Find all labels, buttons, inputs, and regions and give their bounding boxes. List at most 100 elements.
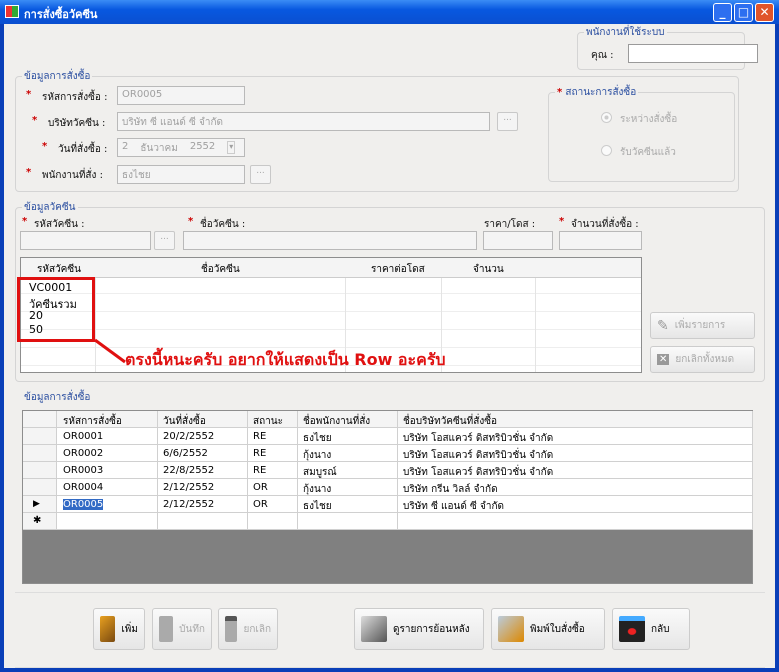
table-cell[interactable]: RE [253, 465, 266, 476]
column-divider [397, 496, 398, 513]
table-cell[interactable]: OR0001 [63, 431, 103, 442]
table-cell[interactable]: ธงไชย [303, 431, 332, 446]
chevron-down-icon[interactable]: ▾ [227, 141, 236, 154]
orders-grid[interactable]: รหัสการสั่งซื้อ วันที่สั่งซื้อ สถานะ ชื่อพน… [22, 410, 753, 584]
column-divider [297, 479, 298, 496]
column-header[interactable]: รหัสการสั่งซื้อ [63, 414, 122, 429]
column-divider [397, 513, 398, 530]
column-header[interactable]: วันที่สั่งซื้อ [163, 414, 206, 429]
vaccine-items-grid[interactable]: รหัสวัคซีน ชื่อวัคซีน ราคาต่อโดส จำนวน V… [17, 257, 642, 373]
required-star: * [42, 141, 48, 152]
minimize-button[interactable]: _ [713, 3, 732, 22]
table-cell[interactable]: OR [253, 499, 268, 510]
table-cell[interactable]: OR0003 [63, 465, 103, 476]
column-header[interactable]: สถานะ [253, 414, 283, 429]
table-cell[interactable]: 6/6/2552 [163, 448, 208, 459]
table-cell[interactable]: บริษัท กรีน วิลล์ จำกัด [403, 482, 498, 497]
order-id-input[interactable]: OR0005 [117, 86, 245, 105]
required-star: * [559, 216, 565, 227]
column-header[interactable]: ชื่อวัคซีน [201, 262, 240, 277]
table-cell[interactable]: RE [253, 431, 266, 442]
exit-icon [619, 616, 645, 642]
table-cell[interactable]: บริษัท ซี แอนด์ ซี จำกัด [403, 499, 504, 514]
table-cell[interactable]: กุ้งนาง [303, 448, 331, 463]
history-button[interactable]: ดูรายการย้อนหลัง [354, 608, 484, 650]
column-divider [157, 496, 158, 513]
column-header[interactable]: จำนวน [473, 262, 504, 277]
company-browse-button[interactable]: ... [497, 112, 518, 131]
table-cell[interactable]: สมบูรณ์ [303, 465, 337, 480]
column-divider [247, 496, 248, 513]
column-divider [752, 411, 753, 428]
column-divider [752, 513, 753, 530]
table-cell[interactable]: 20/2/2552 [163, 431, 214, 442]
grid-header [23, 411, 752, 428]
date-picker[interactable]: 2 ธันวาคม 2552 ▾ [117, 138, 245, 157]
vaccine-name-input[interactable] [183, 231, 477, 250]
table-row[interactable] [23, 462, 752, 479]
column-header[interactable]: รหัสวัคซีน [37, 262, 81, 277]
table-row[interactable] [23, 445, 752, 462]
table-cell[interactable]: ธงไชย [303, 499, 332, 514]
table-row[interactable] [23, 428, 752, 445]
qty-input[interactable] [559, 231, 642, 250]
column-divider [157, 513, 158, 530]
qty-label: จำนวนที่สั่งซื้อ : [571, 219, 639, 230]
table-cell[interactable]: 2/12/2552 [163, 499, 214, 510]
document-history-icon [361, 616, 387, 642]
company-input[interactable]: บริษัท ซี แอนด์ ซี จำกัด [117, 112, 490, 131]
user-input[interactable] [628, 44, 758, 63]
table-cell[interactable]: บริษัท โอสแควร์ ดิสทริบิวชั่น จำกัด [403, 431, 553, 446]
row-header[interactable] [23, 496, 57, 513]
column-divider [297, 445, 298, 462]
user-label: คุณ : [591, 50, 614, 61]
edit-book-icon [100, 616, 116, 642]
back-button[interactable]: กลับ [612, 608, 690, 650]
vaccine-browse-button[interactable]: ... [154, 231, 175, 250]
column-header[interactable]: ชื่อบริษัทวัคซีนที่สั่งซื้อ [403, 414, 497, 429]
add-item-button[interactable]: ✎ เพิ่มรายการ [650, 312, 755, 339]
title-bar[interactable]: การสั่งซื้อวัคซีน _ □ ✕ [0, 0, 779, 24]
column-divider [157, 445, 158, 462]
required-star: * [22, 216, 28, 227]
row-header[interactable] [23, 462, 57, 479]
add-button[interactable]: เพิ่ม [93, 608, 145, 650]
table-row[interactable] [23, 479, 752, 496]
maximize-button[interactable]: □ [734, 3, 753, 22]
employee-browse-button[interactable]: ... [250, 165, 271, 184]
date-year: 2552 [189, 141, 216, 152]
status-ordering-radio[interactable] [601, 112, 612, 123]
status-received-radio[interactable] [601, 145, 612, 156]
row-header[interactable] [23, 428, 57, 445]
employee-input[interactable]: ธงไชย [117, 165, 245, 184]
table-cell[interactable]: 2/12/2552 [163, 482, 214, 493]
table-row[interactable] [23, 513, 752, 530]
cancel-button[interactable]: ยกเลิก [218, 608, 278, 650]
status-group: * สถานะการสั่งซื้อ [548, 85, 735, 182]
column-header[interactable]: ราคาต่อโดส [371, 262, 425, 277]
table-cell[interactable]: OR [253, 482, 268, 493]
table-cell[interactable]: OR0005 [63, 499, 104, 510]
annotation-text: ตรงนี้หนะครับ อยากให้แสดงเป็น Row อะครับ [125, 350, 446, 369]
table-cell[interactable]: บริษัท โอสแควร์ ดิสทริบิวชั่น จำกัด [403, 465, 553, 480]
table-row[interactable] [23, 496, 752, 513]
table-cell[interactable]: RE [253, 448, 266, 459]
table-cell[interactable]: กุ้งนาง [303, 482, 331, 497]
close-button[interactable]: ✕ [755, 3, 774, 22]
price-input[interactable] [483, 231, 553, 250]
column-divider [397, 428, 398, 445]
print-order-button[interactable]: พิมพ์ใบสั่งซื้อ [491, 608, 605, 650]
row-header[interactable] [23, 411, 57, 428]
cancel-all-button[interactable]: ✕ ยกเลิกทั้งหมด [650, 346, 755, 373]
row-header[interactable] [23, 479, 57, 496]
row-header[interactable] [23, 445, 57, 462]
column-divider [397, 479, 398, 496]
vaccine-code-input[interactable] [20, 231, 151, 250]
table-cell[interactable]: บริษัท โอสแควร์ ดิสทริบิวชั่น จำกัด [403, 448, 553, 463]
column-divider [397, 462, 398, 479]
table-cell[interactable]: 22/8/2552 [163, 465, 214, 476]
column-header[interactable]: ชื่อพนักงานที่สั่ง [303, 414, 370, 429]
save-button[interactable]: บันทึก [152, 608, 212, 650]
table-cell[interactable]: OR0004 [63, 482, 103, 493]
table-cell[interactable]: OR0002 [63, 448, 103, 459]
